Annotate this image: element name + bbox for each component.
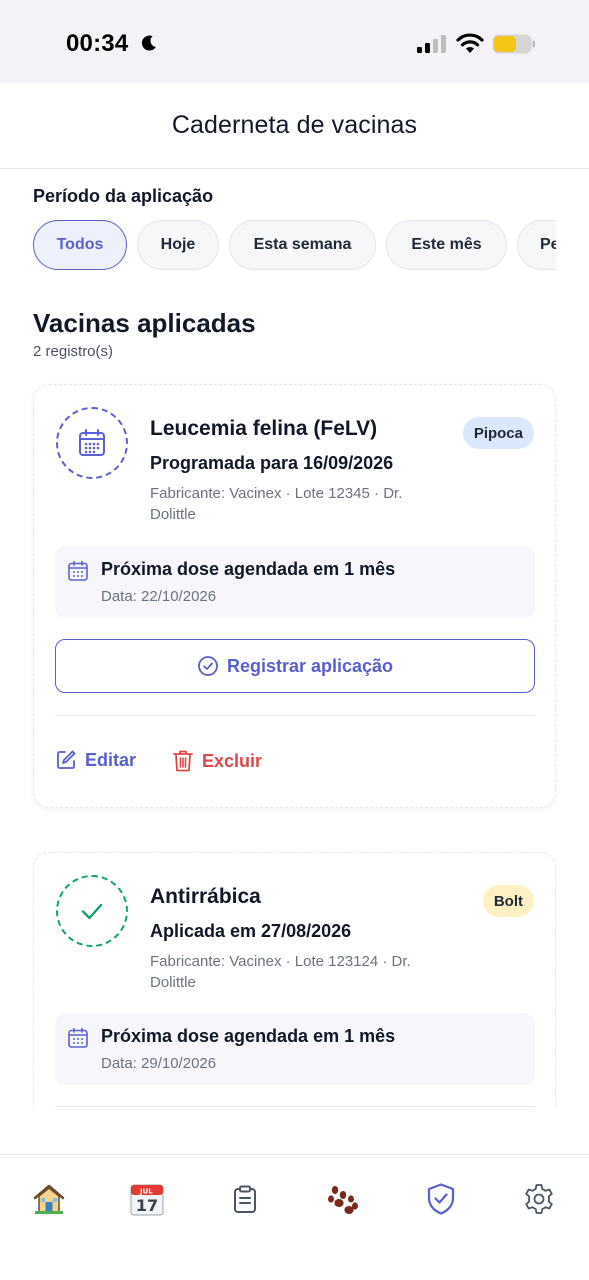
check-circle-icon xyxy=(198,656,218,676)
cellular-signal-icon xyxy=(417,35,446,53)
status-time: 00:34 xyxy=(66,30,129,57)
trash-icon xyxy=(173,750,193,772)
chip-periodo[interactable]: Pe xyxy=(517,220,556,270)
next-dose-date: Data: 22/10/2026 xyxy=(101,588,217,605)
gear-icon xyxy=(525,1184,553,1214)
calendar-icon xyxy=(68,560,88,581)
battery-icon xyxy=(492,34,535,54)
clipboard-icon xyxy=(234,1185,256,1213)
next-dose-title: Próxima dose agendada em 1 mês xyxy=(101,1026,396,1046)
delete-button[interactable]: Excluir xyxy=(172,749,262,773)
next-dose-box: Próxima dose agendada em 1 mês Data: 29/… xyxy=(55,1013,535,1085)
app-header: Caderneta de vacinas xyxy=(0,83,589,169)
next-dose-date: Data: 29/10/2026 xyxy=(101,1055,217,1072)
bottom-navigation: JUL 17 xyxy=(0,1154,589,1280)
vaccine-date: Programada para 16/09/2026 xyxy=(150,453,394,473)
nav-home[interactable] xyxy=(29,1179,69,1219)
section-title: Vacinas aplicadas xyxy=(33,308,256,338)
vaccine-name: Antirrábica xyxy=(150,885,261,908)
calendar-icon xyxy=(79,429,105,456)
paw-icon xyxy=(328,1186,358,1214)
chip-esta-semana[interactable]: Esta semana xyxy=(229,220,376,270)
calendar-17-icon: JUL 17 xyxy=(130,1184,164,1216)
chip-todos[interactable]: Todos xyxy=(33,220,127,270)
vaccine-name: Leucemia felina (FeLV) xyxy=(150,417,378,440)
register-application-button[interactable]: Registrar aplicação xyxy=(55,639,535,693)
vaccine-status-indicator xyxy=(56,407,128,479)
vaccine-meta: Fabricante: Vacinex · Lote 12345 · Dr. D… xyxy=(150,485,403,523)
next-dose-title: Próxima dose agendada em 1 mês xyxy=(101,559,396,579)
vaccine-card: Antirrábica Aplicada em 27/08/2026 Fabri… xyxy=(33,852,556,1108)
check-icon xyxy=(81,903,103,920)
scroll-clip: Antirrábica Aplicada em 27/08/2026 Fabri… xyxy=(33,852,556,1108)
vaccine-meta: Fabricante: Vacinex · Lote 123124 · Dr. … xyxy=(150,953,411,991)
period-filter-chips: Todos Hoje Esta semana Este mês Pe xyxy=(33,220,556,272)
next-dose-box: Próxima dose agendada em 1 mês Data: 22/… xyxy=(55,546,535,618)
edit-label: Editar xyxy=(85,749,137,770)
chip-hoje[interactable]: Hoje xyxy=(137,220,219,270)
wifi-icon xyxy=(456,33,484,53)
nav-settings[interactable] xyxy=(519,1179,559,1219)
filter-label: Período da aplicação xyxy=(33,186,214,206)
register-application-label: Registrar aplicação xyxy=(226,655,394,676)
nav-calendar[interactable]: JUL 17 xyxy=(127,1179,167,1219)
nav-pets[interactable] xyxy=(323,1179,363,1219)
nav-vaccines[interactable] xyxy=(421,1179,461,1219)
moon-icon xyxy=(141,35,156,51)
vaccine-card: Leucemia felina (FeLV) Programada para 1… xyxy=(33,384,556,808)
edit-icon xyxy=(57,750,76,769)
divider xyxy=(55,1106,535,1107)
vaccine-date: Aplicada em 27/08/2026 xyxy=(150,921,352,941)
chip-este-mes[interactable]: Este mês xyxy=(386,220,507,270)
delete-label: Excluir xyxy=(202,750,263,771)
edit-button[interactable]: Editar xyxy=(55,749,136,771)
status-bar: 00:34 xyxy=(0,0,589,83)
pet-badge: Pipoca xyxy=(462,417,534,449)
svg-text:17: 17 xyxy=(136,1196,158,1215)
record-count: 2 registro(s) xyxy=(33,343,114,360)
shield-check-icon xyxy=(427,1183,455,1215)
svg-text:JUL: JUL xyxy=(139,1188,153,1196)
home-icon xyxy=(33,1184,65,1214)
page-title: Caderneta de vacinas xyxy=(171,111,418,139)
pet-badge: Bolt xyxy=(482,885,534,917)
calendar-icon xyxy=(68,1027,88,1048)
nav-records[interactable] xyxy=(225,1179,265,1219)
vaccine-status-indicator xyxy=(56,875,128,947)
divider xyxy=(55,715,535,716)
